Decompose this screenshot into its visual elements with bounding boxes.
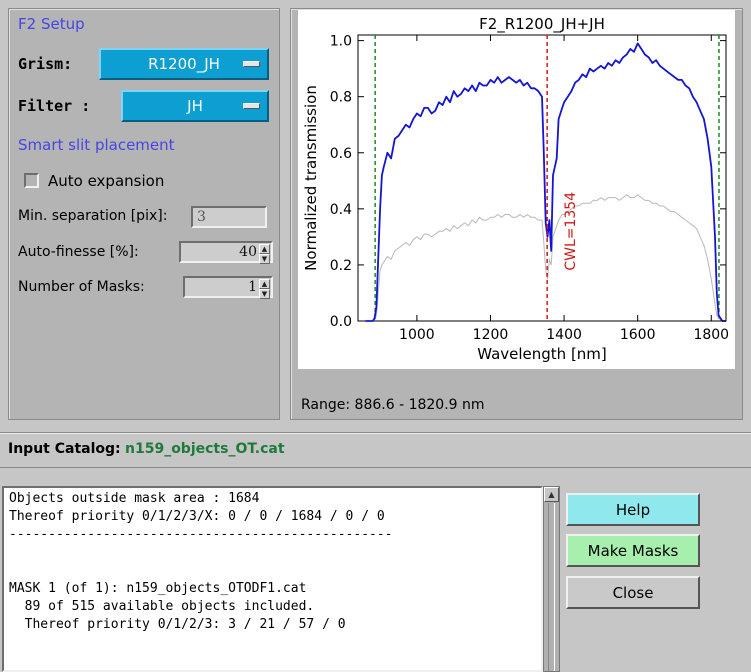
y-axis-label: Normalized transmission <box>302 85 320 271</box>
auto-finesse-label: Auto-finesse [%]: <box>18 244 139 260</box>
filter-select[interactable]: JH <box>121 90 269 122</box>
filter-select-value: JH <box>187 97 203 115</box>
x-tick-label: 1800 <box>693 327 729 343</box>
number-of-masks-spinbox[interactable]: 1 ▲ ▼ <box>183 276 273 299</box>
x-tick-label: 1400 <box>546 327 582 343</box>
y-tick-label: 0.0 <box>330 314 352 330</box>
output-text-area[interactable]: Objects outside mask area : 1684 Thereof… <box>2 486 543 672</box>
transmission-plot: CWL=1354 1000 1200 1400 1600 1800 0.0 0.2 0.4 0.… <box>298 10 735 369</box>
filter-label: Filter : <box>18 97 91 115</box>
spin-up-icon[interactable]: ▲ <box>259 244 270 254</box>
setup-title: F2 Setup <box>18 15 85 33</box>
y-tick-label: 0.6 <box>330 146 352 162</box>
y-tick-label: 0.4 <box>330 202 352 218</box>
output-scrollbar[interactable]: ▲ <box>543 486 560 672</box>
help-button[interactable]: Help <box>566 493 700 526</box>
auto-expansion-checkbox[interactable] <box>24 173 39 188</box>
y-tick-label: 0.8 <box>330 90 352 106</box>
make-masks-button[interactable]: Make Masks <box>566 534 700 567</box>
auto-finesse-value: 40 <box>239 244 257 260</box>
series-line-primary <box>365 42 726 322</box>
dropdown-handle-icon <box>243 103 260 109</box>
scroll-track[interactable] <box>548 503 555 671</box>
spin-down-icon[interactable]: ▼ <box>259 254 270 264</box>
close-button[interactable]: Close <box>566 576 700 609</box>
min-separation-label: Min. separation [pix]: <box>18 208 168 224</box>
cwl-label: CWL=1354 <box>563 192 579 271</box>
x-tick-label: 1000 <box>399 327 435 343</box>
input-catalog-label: Input Catalog: <box>8 441 121 457</box>
number-of-masks-label: Number of Masks: <box>18 279 145 295</box>
x-axis-label: Wavelength [nm] <box>477 345 607 363</box>
spin-down-icon[interactable]: ▼ <box>259 289 270 299</box>
auto-finesse-spinbox[interactable]: 40 ▲ ▼ <box>179 241 273 264</box>
smart-slit-title: Smart slit placement <box>18 136 175 154</box>
dropdown-handle-icon <box>243 61 260 67</box>
number-of-masks-value: 1 <box>248 279 257 295</box>
axes-frame <box>357 34 727 322</box>
scroll-up-icon[interactable]: ▲ <box>544 487 559 502</box>
chart-title: F2_R1200_JH+JH <box>479 15 605 34</box>
y-tick-label: 0.2 <box>330 258 352 274</box>
min-separation-field[interactable]: 3 <box>191 206 267 228</box>
grism-select[interactable]: R1200_JH <box>99 48 269 80</box>
x-tick-label: 1200 <box>473 327 509 343</box>
y-tick-label: 1.0 <box>330 34 352 50</box>
x-tick-label: 1600 <box>620 327 656 343</box>
input-catalog-value[interactable]: n159_objects_OT.cat <box>125 441 285 457</box>
transmission-chart: CWL=1354 1000 1200 1400 1600 1800 0.0 0.2 0.4 0.… <box>302 15 729 363</box>
grism-label: Grism: <box>18 55 73 73</box>
range-text: Range: 886.6 - 1820.9 nm <box>301 397 485 413</box>
auto-expansion-label: Auto expansion <box>48 172 165 190</box>
grism-select-value: R1200_JH <box>148 55 220 73</box>
spin-up-icon[interactable]: ▲ <box>259 279 270 289</box>
